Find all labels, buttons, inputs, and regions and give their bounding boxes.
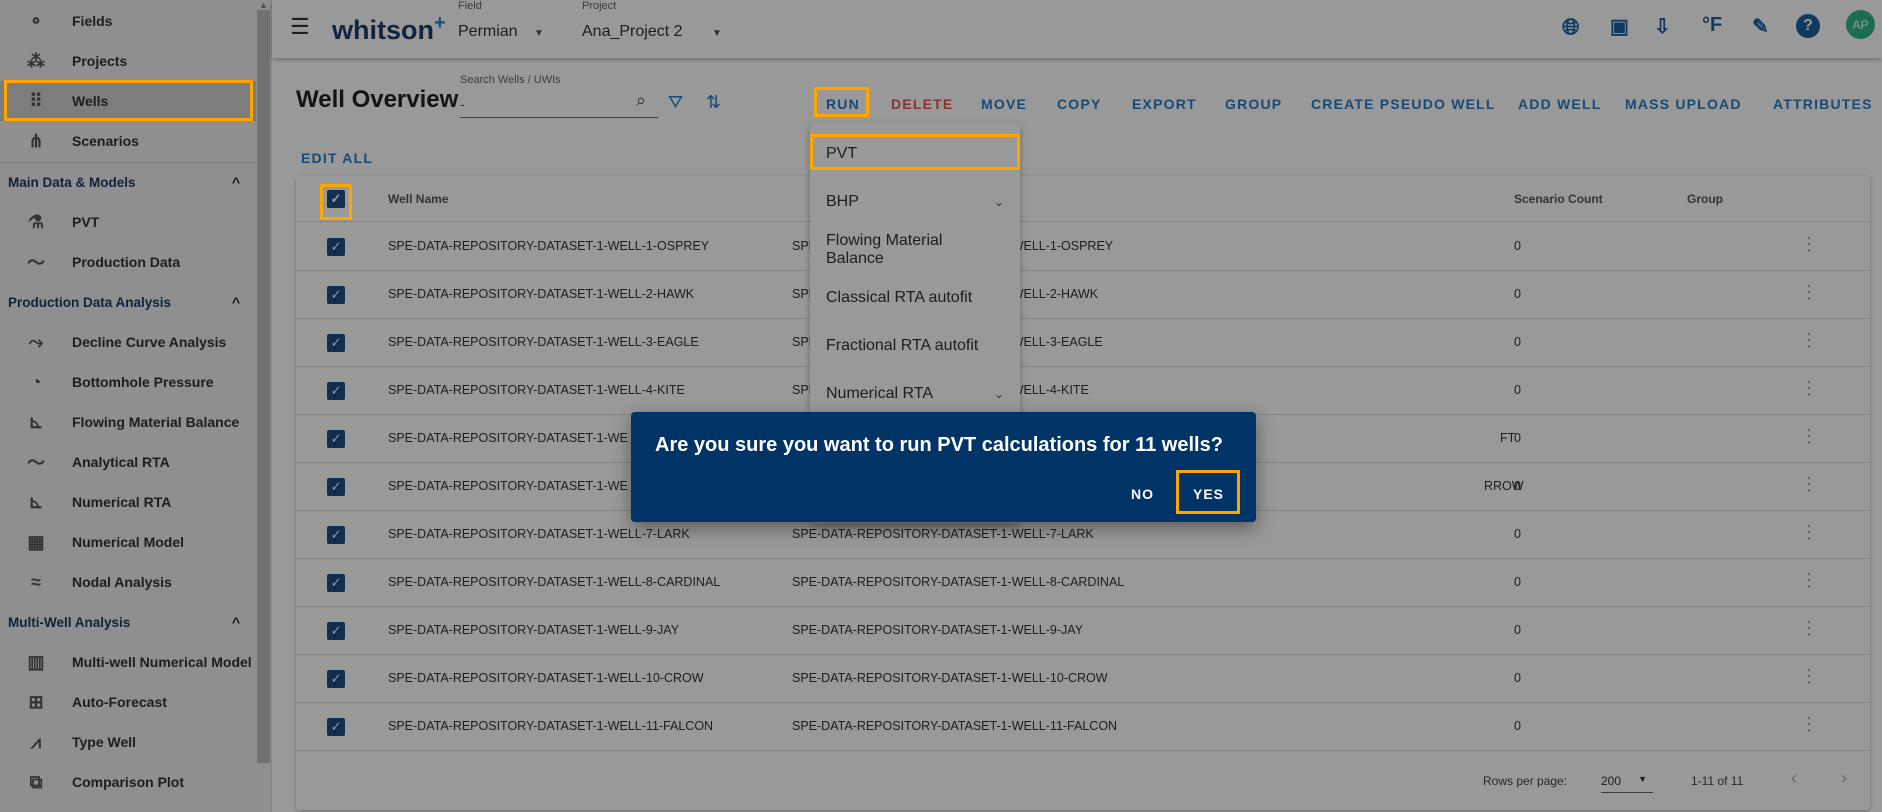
modal-overlay[interactable] bbox=[0, 0, 1882, 812]
highlight-select-all bbox=[320, 184, 352, 220]
highlight-yes bbox=[1176, 470, 1240, 514]
dialog-message: Are you sure you want to run PVT calcula… bbox=[655, 434, 1223, 456]
confirm-dialog: Are you sure you want to run PVT calcula… bbox=[631, 412, 1256, 522]
highlight-run bbox=[814, 87, 869, 117]
highlight-pvt bbox=[810, 134, 1020, 170]
highlight-wells bbox=[4, 80, 253, 121]
no-button[interactable]: NO bbox=[1131, 486, 1154, 502]
